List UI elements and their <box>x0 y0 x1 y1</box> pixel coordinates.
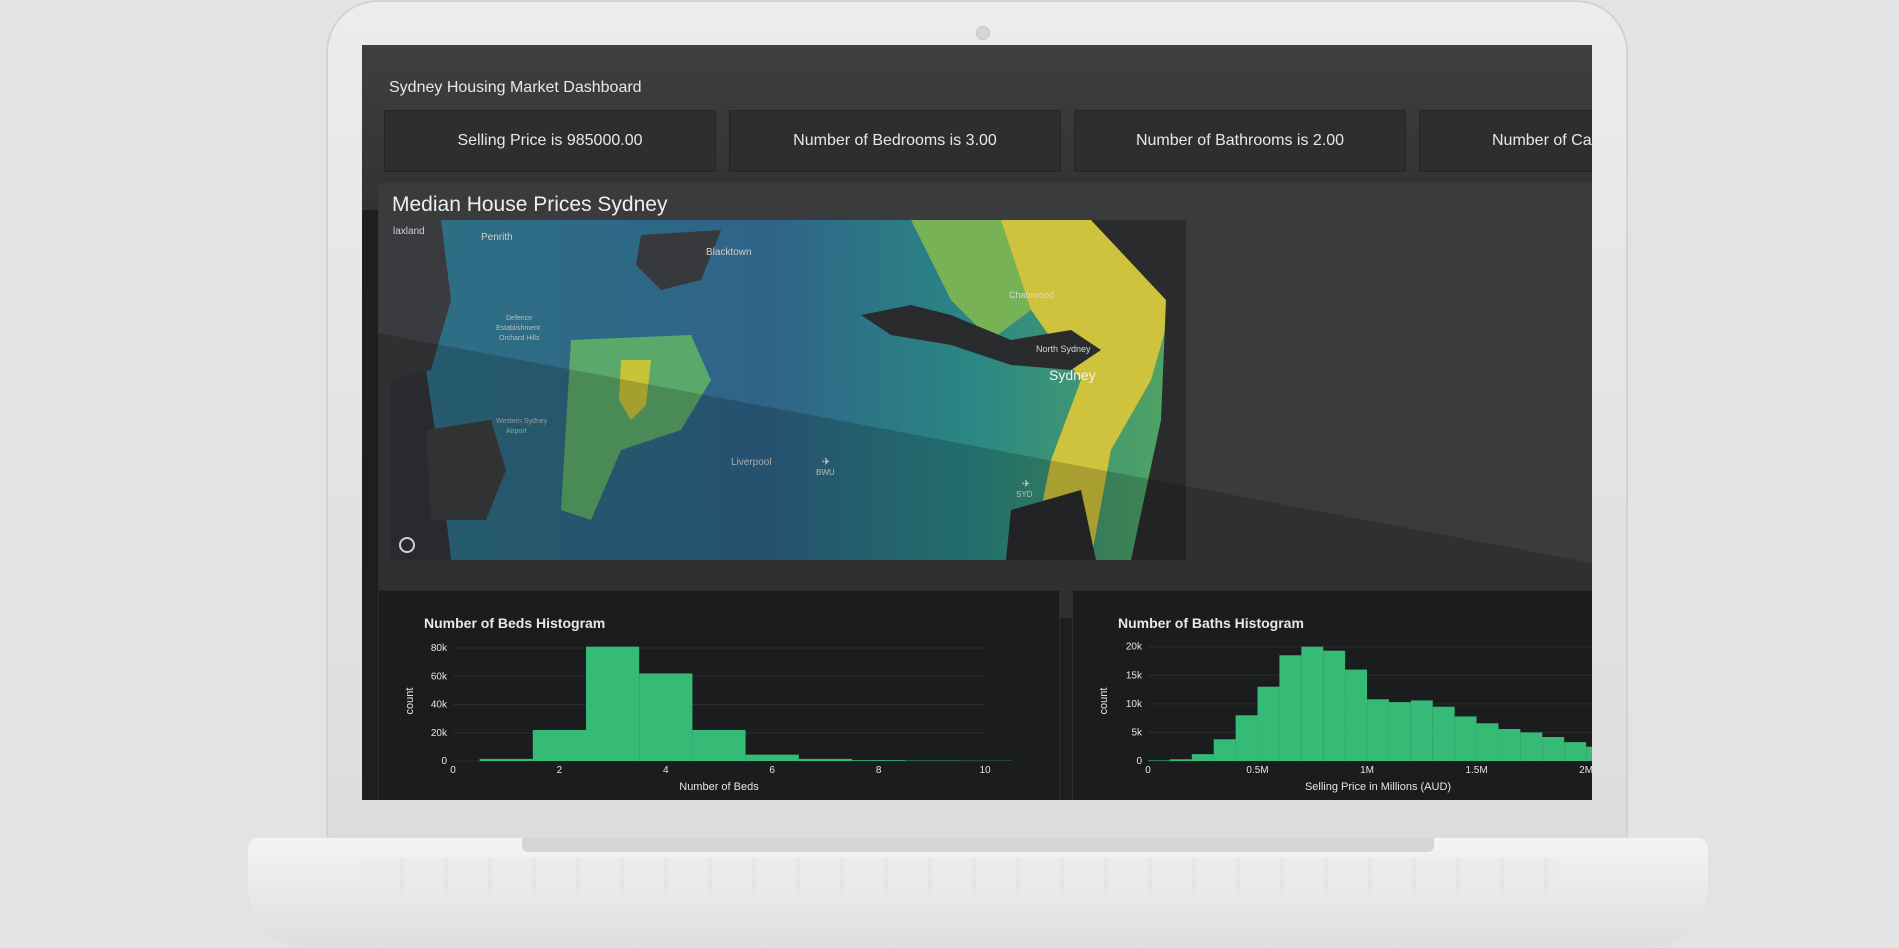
stat-label: Selling Price is 985000.00 <box>457 132 643 149</box>
baths-ytick-label: 10k <box>1126 699 1143 710</box>
beds-histogram-panel: Number of Beds Histogram 0 20k 40k 60k 80k 0 2… <box>378 590 1060 800</box>
baths-bar[interactable] <box>1235 715 1258 761</box>
beds-ytick-label: 80k <box>431 643 448 654</box>
baths-yaxis-label: count <box>1098 688 1110 715</box>
stat-card-cars: Number of Cars <box>1419 110 1592 172</box>
stat-label: Number of Bedrooms is 3.00 <box>793 132 997 149</box>
map-label-establishment: Establishment <box>496 325 540 332</box>
baths-bar[interactable] <box>1279 655 1302 761</box>
baths-bar[interactable] <box>1169 759 1192 761</box>
map-label-north-sydney: North Sydney <box>1036 344 1091 354</box>
baths-bar[interactable] <box>1213 739 1236 761</box>
stat-card-selling-price: Selling Price is 985000.00 <box>384 110 716 172</box>
baths-xtick-label: 0 <box>1145 765 1151 776</box>
beds-ytick-label: 0 <box>441 756 447 767</box>
baths-bar[interactable] <box>1367 699 1389 761</box>
beds-xtick-label: 10 <box>979 765 991 776</box>
beds-xtick-label: 2 <box>557 765 563 776</box>
map-label-bwu: BWU <box>816 468 835 477</box>
baths-xaxis-label: Selling Price in Millions (AUD) <box>1305 781 1451 793</box>
map-label-orchard-hills: Orchard Hills <box>499 335 540 342</box>
keyboard <box>360 858 1560 894</box>
map-label-western-sydney: Western Sydney <box>496 418 548 425</box>
baths-xtick-label: 1M <box>1360 765 1374 776</box>
map-label-blacktown: Blacktown <box>706 247 752 258</box>
baths-bar[interactable] <box>1388 702 1411 761</box>
airport-icon: ✈ <box>822 457 830 468</box>
beds-ytick-label: 40k <box>431 700 448 711</box>
beds-bar[interactable] <box>639 673 693 761</box>
baths-histogram-panel: Number of Baths Histogram 0 5k 10k 15k 20k 0 0… <box>1072 590 1592 800</box>
map-label-sydney: Sydney <box>1049 367 1096 383</box>
page-title: Sydney Housing Market Dashboard <box>389 79 642 96</box>
baths-xtick-label: 2M <box>1579 765 1592 776</box>
beds-ytick-label: 20k <box>431 728 448 739</box>
map-canvas: laxland Penrith Blacktown Defence Establ… <box>391 220 1186 560</box>
map-label-liverpool: Liverpool <box>731 457 772 468</box>
stat-label: Number of Cars <box>1492 132 1592 149</box>
beds-bar[interactable] <box>798 758 852 761</box>
baths-bar[interactable] <box>1191 754 1214 761</box>
map-label-airport: Airport <box>506 428 527 435</box>
map-label-chatswood: Chatswood <box>1009 290 1054 300</box>
baths-bar[interactable] <box>1345 669 1368 761</box>
baths-bar[interactable] <box>1542 737 1565 761</box>
baths-bar[interactable] <box>1257 686 1280 761</box>
baths-xtick-label: 1.5M <box>1465 765 1487 776</box>
stat-card-bedrooms: Number of Bedrooms is 3.00 <box>729 110 1061 172</box>
beds-bar[interactable] <box>852 760 906 761</box>
baths-ytick-label: 20k <box>1126 642 1143 653</box>
dashboard-screen: Sydney Housing Market Dashboard Selling … <box>362 45 1592 800</box>
baths-bar[interactable] <box>1454 716 1477 761</box>
laptop-hinge <box>522 838 1434 852</box>
baths-ytick-label: 0 <box>1136 756 1142 767</box>
choropleth-map[interactable]: laxland Penrith Blacktown Defence Establ… <box>391 220 1186 560</box>
baths-bar[interactable] <box>1520 732 1543 761</box>
beds-histogram-title: Number of Beds Histogram <box>424 615 606 631</box>
airport-icon: ✈ <box>1022 479 1030 490</box>
beds-ytick-label: 60k <box>431 671 448 682</box>
webcam-icon <box>976 26 990 40</box>
map-panel: Median House Prices Sydney laxland Penri… <box>378 183 1592 618</box>
baths-xtick-label: 0.5M <box>1246 765 1268 776</box>
baths-bar[interactable] <box>1586 746 1592 761</box>
map-label-penrith: Penrith <box>481 232 513 243</box>
beds-xaxis-label: Number of Beds <box>679 781 759 793</box>
beds-xtick-label: 6 <box>769 765 775 776</box>
beds-bar[interactable] <box>745 754 799 761</box>
beds-yaxis-label: count <box>404 688 416 715</box>
baths-bar[interactable] <box>1564 742 1587 761</box>
baths-ytick-label: 5k <box>1131 727 1143 738</box>
beds-bar[interactable] <box>586 646 640 761</box>
map-label-defence: Defence <box>506 315 532 322</box>
beds-bar[interactable] <box>692 729 746 761</box>
beds-xtick-label: 0 <box>450 765 456 776</box>
beds-bar[interactable] <box>479 758 533 761</box>
baths-bar[interactable] <box>1410 700 1433 761</box>
map-title: Median House Prices Sydney <box>392 193 668 216</box>
baths-histogram-title: Number of Baths Histogram <box>1118 615 1304 631</box>
baths-bar[interactable] <box>1148 760 1170 761</box>
stat-label: Number of Bathrooms is 2.00 <box>1135 132 1345 149</box>
stat-card-bathrooms: Number of Bathrooms is 2.00 <box>1074 110 1406 172</box>
beds-xtick-label: 4 <box>663 765 669 776</box>
baths-bar[interactable] <box>1498 729 1521 761</box>
baths-ytick-label: 15k <box>1126 670 1143 681</box>
baths-bar[interactable] <box>1476 723 1499 761</box>
beds-xtick-label: 8 <box>876 765 882 776</box>
baths-bar[interactable] <box>1301 646 1324 761</box>
beds-bar[interactable] <box>532 729 586 761</box>
baths-bar[interactable] <box>1432 706 1455 761</box>
baths-bar[interactable] <box>1323 650 1346 761</box>
map-label-laxland: laxland <box>393 226 425 237</box>
map-label-syd: SYD <box>1016 490 1033 499</box>
